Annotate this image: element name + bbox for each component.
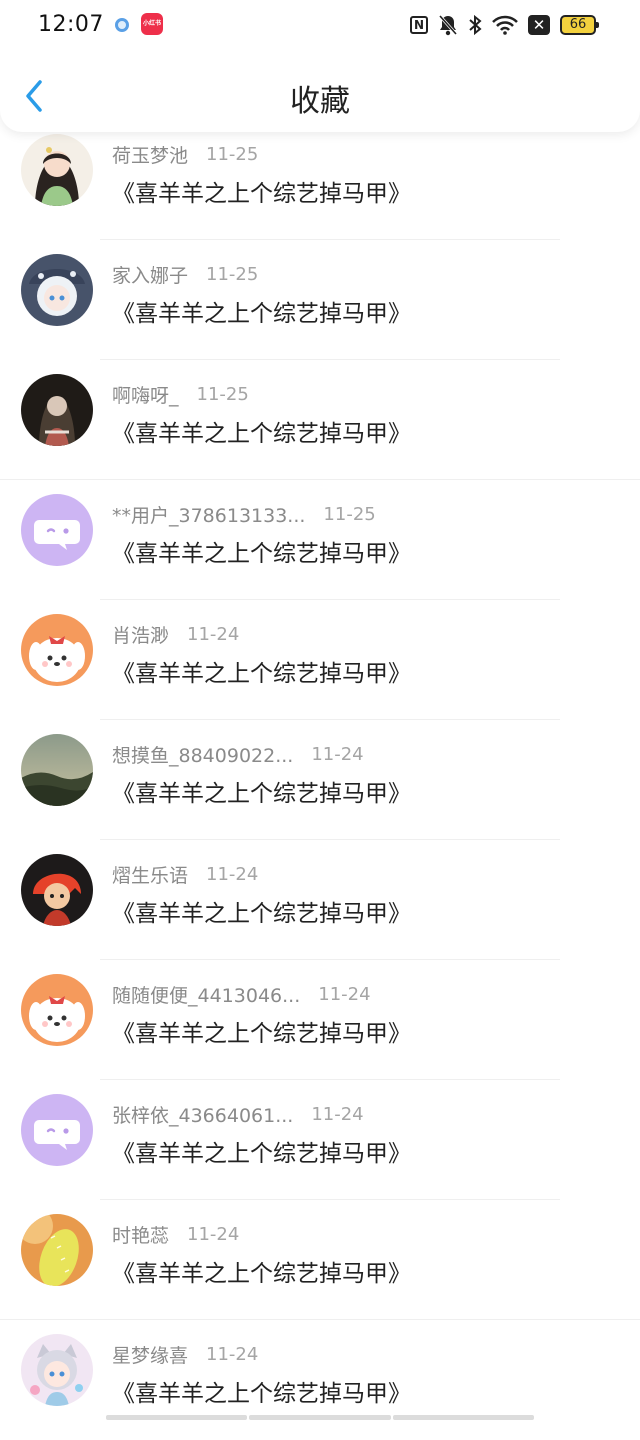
date: 11-25: [196, 383, 249, 405]
landscape-avatar[interactable]: [21, 734, 93, 806]
date: 11-24: [311, 1103, 364, 1125]
nfc-icon: N: [410, 16, 428, 34]
username[interactable]: 啊嗨呀_: [112, 381, 179, 408]
no-sim-icon: ✕: [528, 15, 550, 35]
anime-white-hair-avatar[interactable]: [21, 254, 93, 326]
cactus-avatar[interactable]: [21, 1214, 93, 1286]
work-title[interactable]: 《喜羊羊之上个综艺掉马甲》: [112, 294, 411, 328]
battery-icon: 66: [560, 15, 599, 35]
username[interactable]: 时艳蕊: [112, 1221, 169, 1248]
work-title[interactable]: 《喜羊羊之上个综艺掉马甲》: [112, 1014, 411, 1048]
list-item[interactable]: 肖浩渺 11-24 《喜羊羊之上个综艺掉马甲》: [0, 600, 640, 720]
date: 11-24: [206, 1343, 259, 1365]
dark-portrait-avatar[interactable]: [21, 374, 93, 446]
list-item[interactable]: 熠生乐语 11-24 《喜羊羊之上个综艺掉马甲》: [0, 840, 640, 960]
list-item[interactable]: **用户_378613133... 11-25 《喜羊羊之上个综艺掉马甲》: [0, 480, 640, 600]
username[interactable]: 荷玉梦池: [112, 141, 188, 168]
username[interactable]: **用户_378613133...: [112, 501, 305, 528]
default-chat-bubble-avatar[interactable]: [21, 1094, 93, 1166]
xiaohongshu-notification-icon: 小红书: [141, 13, 163, 35]
date: 11-25: [323, 503, 376, 525]
anime-girl-green-avatar[interactable]: [21, 134, 93, 206]
list-item[interactable]: 荷玉梦池 11-25 《喜羊羊之上个综艺掉马甲》: [0, 120, 640, 240]
anime-cat-girl-avatar[interactable]: [21, 1334, 93, 1406]
list-item[interactable]: 啊嗨呀_ 11-25 《喜羊羊之上个综艺掉马甲》: [0, 360, 640, 480]
work-title[interactable]: 《喜羊羊之上个综艺掉马甲》: [112, 1374, 411, 1408]
work-title[interactable]: 《喜羊羊之上个综艺掉马甲》: [112, 1254, 411, 1288]
date: 11-24: [187, 1223, 240, 1245]
item-meta: 随随便便_4413046... 11-24: [112, 980, 371, 1008]
item-meta: 啊嗨呀_ 11-25: [112, 380, 249, 408]
item-meta: 张梓依_43664061... 11-24: [112, 1100, 364, 1128]
work-title[interactable]: 《喜羊羊之上个综艺掉马甲》: [112, 654, 411, 688]
cute-dog-avatar[interactable]: [21, 974, 93, 1046]
app-notification-icon: [115, 18, 129, 32]
wifi-icon: [492, 15, 518, 35]
favorites-list: 荷玉梦池 11-25 《喜羊羊之上个综艺掉马甲》 家入娜子 11-25 《喜羊羊…: [0, 120, 640, 1440]
item-meta: 星梦缘喜 11-24: [112, 1340, 258, 1368]
username[interactable]: 想摸鱼_88409022...: [112, 741, 293, 768]
list-item[interactable]: 星梦缘喜 11-24 《喜羊羊之上个综艺掉马甲》: [0, 1320, 640, 1440]
date: 11-24: [318, 983, 371, 1005]
date: 11-25: [206, 263, 259, 285]
username[interactable]: 家入娜子: [112, 261, 188, 288]
page-title: 收藏: [290, 84, 350, 119]
item-meta: 时艳蕊 11-24: [112, 1220, 239, 1248]
list-item[interactable]: 想摸鱼_88409022... 11-24 《喜羊羊之上个综艺掉马甲》: [0, 720, 640, 840]
date: 11-24: [187, 623, 240, 645]
item-meta: 熠生乐语 11-24: [112, 860, 258, 888]
date: 11-24: [206, 863, 259, 885]
work-title[interactable]: 《喜羊羊之上个综艺掉马甲》: [112, 174, 411, 208]
cute-dog-avatar[interactable]: [21, 614, 93, 686]
status-bar: 12:07 小红书 N ✕ 66: [0, 0, 640, 52]
default-chat-bubble-avatar[interactable]: [21, 494, 93, 566]
bluetooth-icon: [468, 14, 482, 36]
status-time: 12:07: [38, 12, 104, 37]
list-item[interactable]: 家入娜子 11-25 《喜羊羊之上个综艺掉马甲》: [0, 240, 640, 360]
username[interactable]: 星梦缘喜: [112, 1341, 188, 1368]
list-item[interactable]: 时艳蕊 11-24 《喜羊羊之上个综艺掉马甲》: [0, 1200, 640, 1320]
work-title[interactable]: 《喜羊羊之上个综艺掉马甲》: [112, 414, 411, 448]
work-title[interactable]: 《喜羊羊之上个综艺掉马甲》: [112, 774, 411, 808]
cartoon-redhead-avatar[interactable]: [21, 854, 93, 926]
status-icons: N ✕ 66: [410, 13, 599, 37]
mute-bell-icon: [438, 14, 458, 36]
username[interactable]: 张梓依_43664061...: [112, 1101, 293, 1128]
list-item[interactable]: 张梓依_43664061... 11-24 《喜羊羊之上个综艺掉马甲》: [0, 1080, 640, 1200]
list-item[interactable]: 随随便便_4413046... 11-24 《喜羊羊之上个综艺掉马甲》: [0, 960, 640, 1080]
item-meta: 想摸鱼_88409022... 11-24: [112, 740, 364, 768]
item-meta: **用户_378613133... 11-25: [112, 500, 376, 528]
work-title[interactable]: 《喜羊羊之上个综艺掉马甲》: [112, 894, 411, 928]
username[interactable]: 随随便便_4413046...: [112, 981, 300, 1008]
item-meta: 荷玉梦池 11-25: [112, 140, 258, 168]
username[interactable]: 熠生乐语: [112, 861, 188, 888]
username[interactable]: 肖浩渺: [112, 621, 169, 648]
date: 11-25: [206, 143, 259, 165]
date: 11-24: [311, 743, 364, 765]
home-indicator: [106, 1415, 534, 1420]
work-title[interactable]: 《喜羊羊之上个综艺掉马甲》: [112, 1134, 411, 1168]
item-meta: 肖浩渺 11-24: [112, 620, 239, 648]
item-meta: 家入娜子 11-25: [112, 260, 258, 288]
work-title[interactable]: 《喜羊羊之上个综艺掉马甲》: [112, 534, 411, 568]
header: 收藏: [0, 52, 640, 132]
